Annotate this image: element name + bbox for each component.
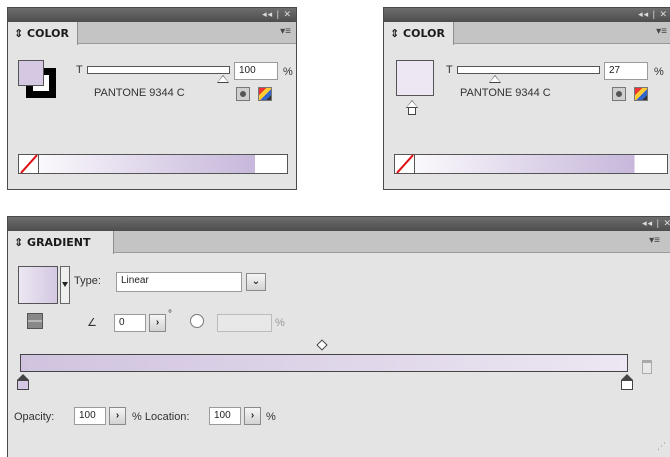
angle-icon: ∠: [87, 317, 97, 329]
resize-grip-icon[interactable]: ⋰: [657, 441, 666, 452]
fill-swatch[interactable]: [396, 60, 434, 96]
color-spectrum-bar[interactable]: [18, 154, 288, 174]
type-select[interactable]: Linear: [116, 272, 242, 292]
opacity-dropdown-button[interactable]: ›: [109, 407, 126, 425]
panel-menu-icon[interactable]: ▾≡: [280, 26, 291, 37]
tab-row: ⇕ COLOR ▾≡: [8, 22, 296, 45]
type-label: Type:: [74, 275, 101, 287]
color-panel-1: ◂◂ | ✕ ⇕ COLOR ▾≡ T 100 % PANTONE 9344 C: [7, 7, 297, 190]
aspect-percent: %: [275, 317, 285, 329]
midpoint-diamond[interactable]: [316, 339, 328, 351]
gradient-stop-left[interactable]: [16, 374, 30, 390]
collapse-close-controls[interactable]: ◂◂ | ✕: [642, 218, 670, 229]
panel-titlebar[interactable]: ◂◂ | ✕: [384, 8, 670, 22]
location-dropdown-button[interactable]: ›: [244, 407, 261, 425]
gradient-panel: ◂◂ | ✕ ⇕ GRADIENT ▾≡ Type: Linear ⌄ ∠ 0 …: [7, 216, 670, 457]
color-panel-2: ◂◂ | ✕ ⇕ COLOR ▾≡ T 27 % PANTONE 9344 C: [383, 7, 670, 190]
out-of-web-warning-icon[interactable]: [612, 87, 626, 101]
panel-menu-icon[interactable]: ▾≡: [656, 26, 667, 37]
tab-gradient[interactable]: ⇕ GRADIENT: [8, 231, 114, 254]
opacity-label: Opacity:: [14, 411, 55, 423]
tint-label: T: [76, 64, 83, 76]
out-of-web-warning-icon[interactable]: [236, 87, 250, 101]
tab-color[interactable]: ⇕ COLOR: [384, 22, 454, 45]
color-name: PANTONE 9344 C: [94, 87, 185, 99]
type-dropdown-button[interactable]: ⌄: [246, 273, 266, 291]
trash-icon[interactable]: [642, 360, 652, 374]
panel-titlebar[interactable]: ◂◂ | ✕: [8, 217, 670, 231]
tint-slider[interactable]: [87, 66, 230, 74]
tint-percent: %: [283, 66, 293, 78]
panel-menu-icon[interactable]: ▾≡: [649, 235, 660, 246]
tint-input[interactable]: 100: [234, 62, 278, 80]
tint-slider-thumb[interactable]: [217, 75, 229, 83]
color-picker-icon[interactable]: [258, 87, 272, 101]
none-swatch-icon[interactable]: [395, 155, 415, 173]
tab-color-label: COLOR: [403, 27, 445, 40]
opacity-input[interactable]: 100: [74, 407, 106, 425]
tab-row: ⇕ GRADIENT ▾≡: [8, 231, 670, 254]
tint-percent: %: [654, 66, 664, 78]
type-value: Linear: [121, 275, 149, 286]
location-percent: %: [266, 411, 276, 423]
angle-input[interactable]: 0: [114, 314, 146, 332]
color-name: PANTONE 9344 C: [460, 87, 551, 99]
tab-row: ⇕ COLOR ▾≡: [384, 22, 670, 45]
tint-slider-thumb[interactable]: [489, 75, 501, 83]
collapse-close-controls[interactable]: ◂◂ | ✕: [638, 9, 668, 20]
angle-dropdown-button[interactable]: ›: [149, 314, 166, 332]
location-input[interactable]: 100: [209, 407, 241, 425]
location-label: % Location:: [132, 411, 190, 423]
collapse-close-controls[interactable]: ◂◂ | ✕: [262, 9, 292, 20]
aspect-ratio-input: [217, 314, 272, 332]
color-picker-icon[interactable]: [634, 87, 648, 101]
gradient-slider[interactable]: [20, 354, 628, 372]
tab-color[interactable]: ⇕ COLOR: [8, 22, 78, 45]
aspect-ratio-icon: [190, 314, 204, 328]
stop-marker-body: [408, 107, 416, 115]
gradient-stop-right[interactable]: [620, 374, 634, 390]
color-spectrum-bar[interactable]: [394, 154, 668, 174]
tab-color-label: COLOR: [27, 27, 69, 40]
degree-symbol: °: [168, 309, 172, 320]
swatch-dropdown[interactable]: [60, 266, 70, 304]
panel-titlebar[interactable]: ◂◂ | ✕: [8, 8, 296, 22]
tab-gradient-label: GRADIENT: [27, 236, 91, 249]
none-swatch-icon[interactable]: [19, 155, 39, 173]
fill-swatch[interactable]: [18, 60, 44, 86]
gradient-fill-swatch[interactable]: [18, 266, 58, 304]
tint-label: T: [446, 64, 453, 76]
tint-input[interactable]: 27: [604, 62, 648, 80]
reverse-gradient-icon[interactable]: [27, 313, 43, 329]
tint-slider[interactable]: [457, 66, 600, 74]
